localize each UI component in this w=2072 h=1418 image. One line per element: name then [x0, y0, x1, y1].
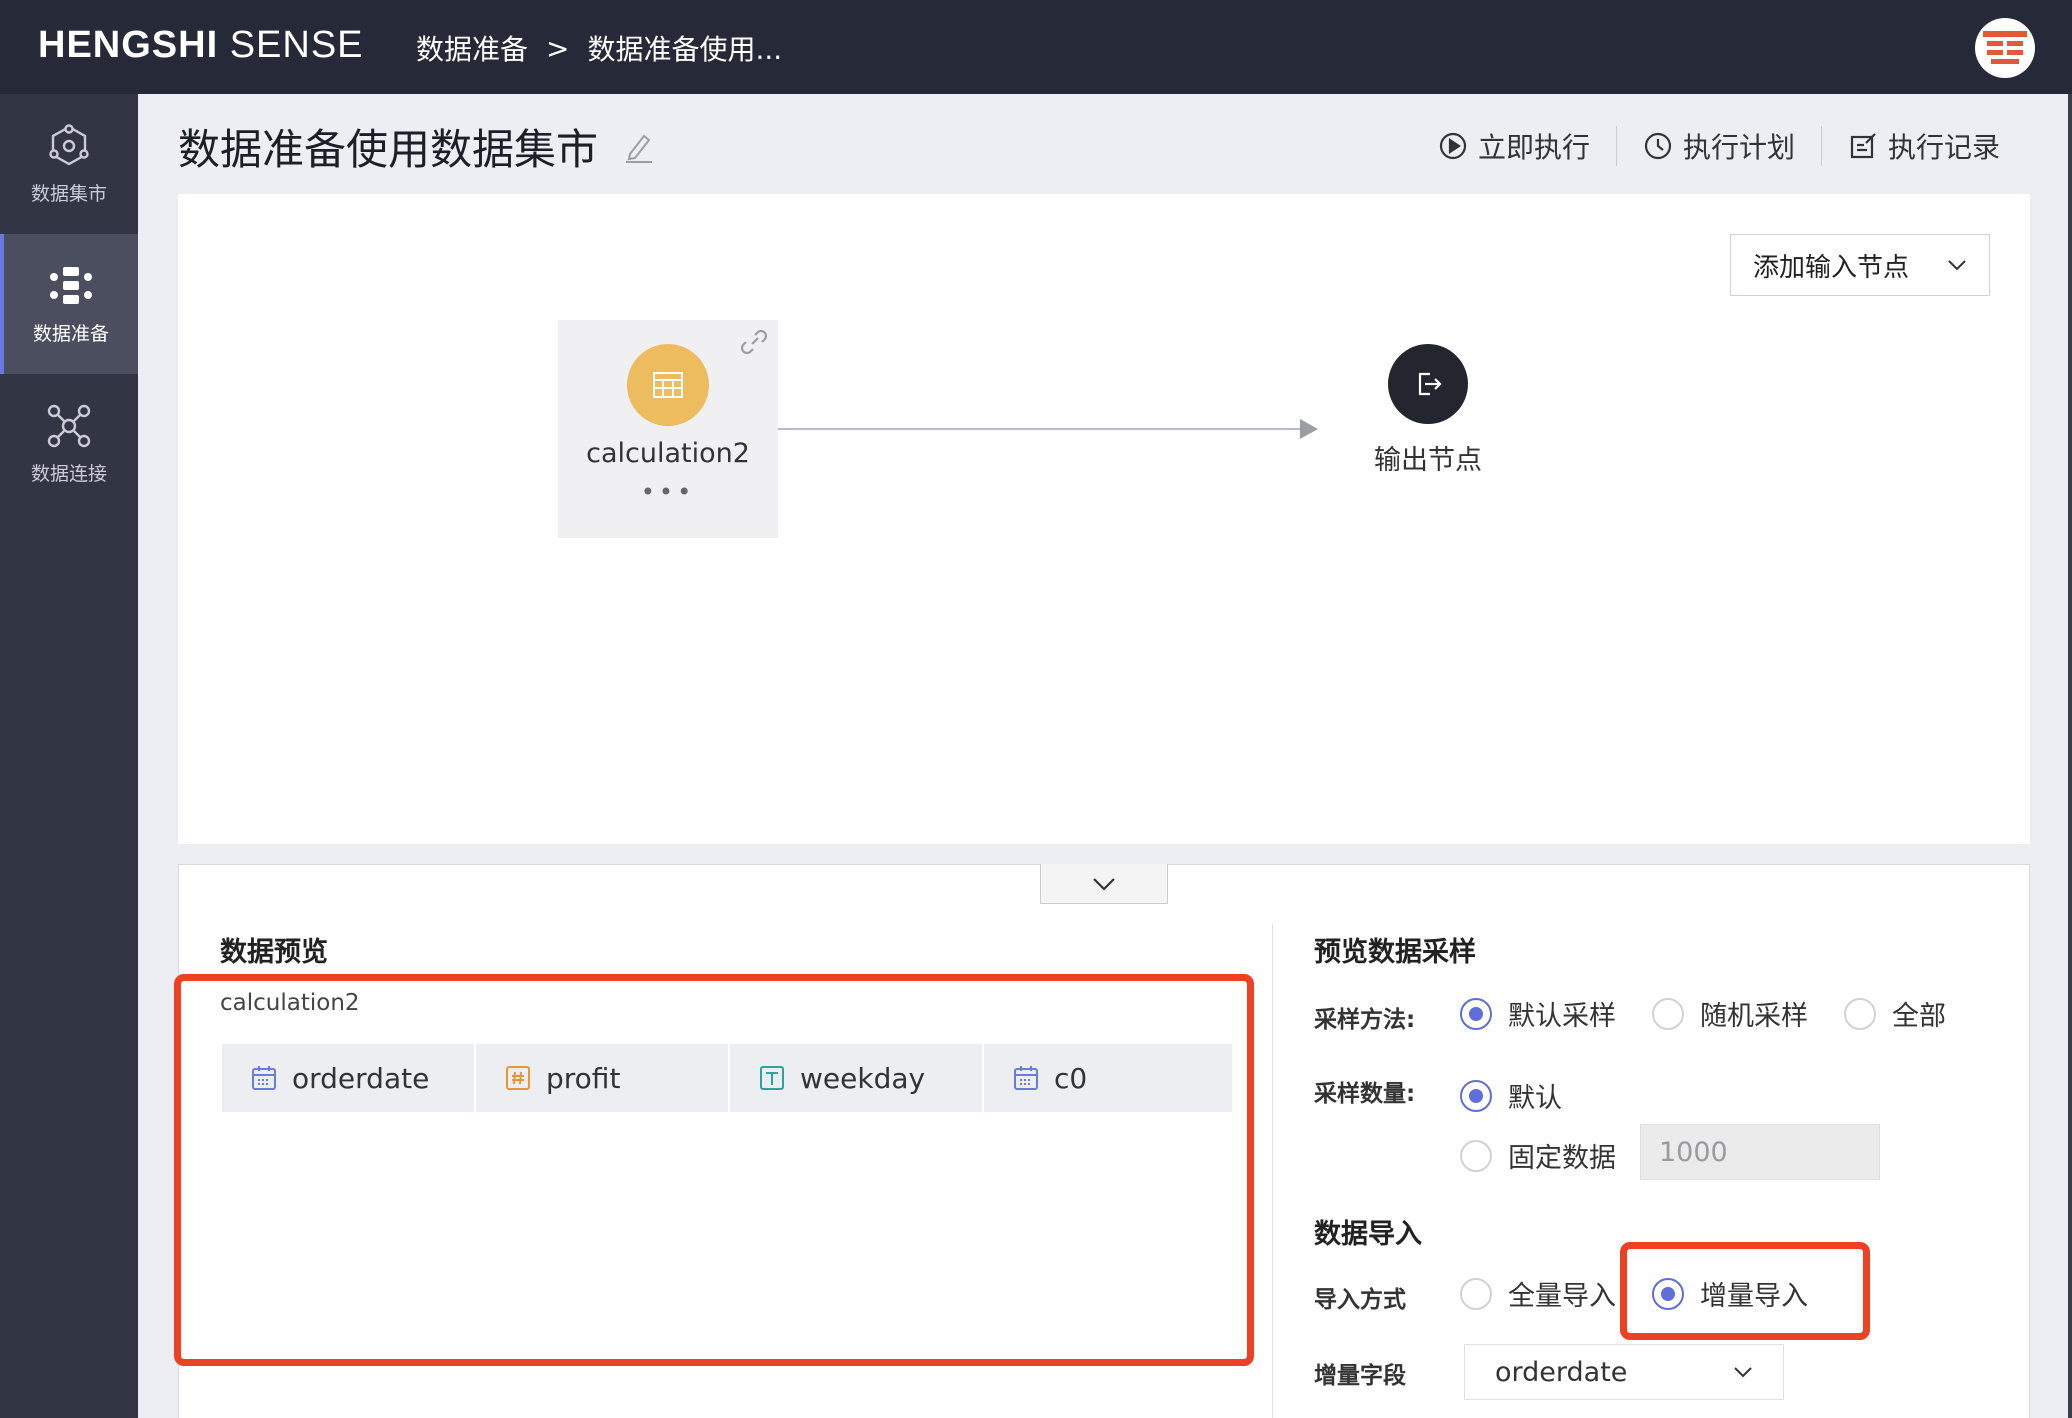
radio-label: 全量导入: [1508, 1281, 1616, 1312]
preview-title: 数据预览: [220, 937, 328, 968]
incremental-field-label: 增量字段: [1314, 1363, 1406, 1389]
radio-count-fixed[interactable]: 固定数据: [1460, 1136, 1616, 1175]
more-icon[interactable]: •••: [558, 478, 778, 506]
window-edge: [2068, 94, 2072, 1418]
brand-logo[interactable]: HENGSHI SENSE: [38, 24, 364, 67]
action-label: 立即执行: [1477, 131, 1590, 164]
action-label: 执行记录: [1887, 131, 2000, 164]
top-bar: HENGSHI SENSE 数据准备 > 数据准备使用...: [0, 0, 2072, 94]
brand-bold: HENGSHI: [38, 24, 219, 66]
input-node-label: calculation2: [586, 438, 750, 469]
chevron-down-icon: [1093, 877, 1115, 891]
chevron-down-icon: [1948, 260, 1966, 271]
sampling-title: 预览数据采样: [1314, 937, 1476, 968]
breadcrumb-separator: >: [546, 31, 570, 65]
flow-edge: [778, 428, 1304, 430]
fixed-count-value: 1000: [1659, 1136, 1728, 1168]
panel-divider: [1272, 924, 1273, 1418]
breadcrumb-item-current: 数据准备使用...: [587, 33, 783, 66]
sidebar-item-label: 数据连接: [30, 462, 107, 485]
breadcrumb-item-prep[interactable]: 数据准备: [416, 28, 528, 68]
flow-arrow-head: [1300, 419, 1318, 439]
radio-count-default[interactable]: 默认: [1460, 1076, 1562, 1115]
sidebar: 数据集市 数据准备 数据连接: [0, 94, 138, 1418]
radio-label: 固定数据: [1508, 1143, 1616, 1174]
clock-icon: [1644, 132, 1672, 160]
action-label: 执行计划: [1682, 131, 1795, 164]
radio-label: 默认采样: [1508, 1001, 1616, 1032]
play-circle-icon: [1439, 132, 1467, 160]
radio-label: 随机采样: [1700, 1001, 1808, 1032]
radio-all-sampling[interactable]: 全部: [1844, 994, 1946, 1033]
run-history-button[interactable]: 执行记录: [1820, 126, 2026, 166]
output-node-label: 输出节点: [1374, 445, 1482, 476]
highlight-box-preview: [174, 974, 1254, 1366]
page-title: 数据准备使用数据集市: [178, 116, 656, 177]
radio-default-sampling[interactable]: 默认采样: [1460, 994, 1616, 1033]
export-icon: [1418, 372, 1442, 396]
radio-label: 默认: [1508, 1083, 1562, 1114]
collapse-panel-button[interactable]: [1040, 864, 1168, 904]
schedule-button[interactable]: 执行计划: [1615, 126, 1821, 166]
chevron-down-icon: [1734, 1367, 1752, 1378]
input-node[interactable]: calculation2 •••: [558, 320, 778, 538]
data-connect-icon: [47, 404, 91, 447]
radio-full-import[interactable]: 全量导入: [1460, 1274, 1616, 1313]
radio-indicator: [1460, 997, 1492, 1030]
sidebar-item-data-prep[interactable]: 数据准备: [0, 234, 138, 374]
radio-indicator: [1844, 997, 1876, 1030]
page-title-text: 数据准备使用数据集市: [178, 125, 599, 174]
data-prep-icon: [50, 266, 92, 304]
sidebar-item-data-connect[interactable]: 数据连接: [0, 374, 138, 514]
run-now-button[interactable]: 立即执行: [1412, 126, 1616, 166]
data-mart-icon: [49, 123, 89, 165]
incremental-field-select[interactable]: orderdate: [1464, 1344, 1784, 1400]
edit-record-icon: [1850, 133, 1876, 159]
radio-random-sampling[interactable]: 随机采样: [1652, 994, 1808, 1033]
radio-indicator: [1460, 1139, 1492, 1172]
fixed-count-input[interactable]: 1000: [1640, 1124, 1880, 1180]
brand-light: SENSE: [229, 24, 364, 66]
toolbar-actions: 立即执行 执行计划 执行记录: [1412, 126, 2026, 166]
user-logo-icon: [1983, 31, 2027, 64]
radio-indicator: [1460, 1079, 1492, 1112]
radio-indicator: [1652, 997, 1684, 1030]
avatar[interactable]: [1975, 18, 2035, 78]
incremental-field-value: orderdate: [1495, 1356, 1628, 1388]
sidebar-item-label: 数据集市: [30, 182, 107, 205]
sampling-method-label: 采样方法:: [1314, 1007, 1416, 1033]
add-input-node-dropdown[interactable]: 添加输入节点: [1730, 234, 1990, 296]
highlight-box-incremental: [1620, 1242, 1870, 1340]
import-mode-label: 导入方式: [1314, 1287, 1406, 1313]
sidebar-item-data-mart[interactable]: 数据集市: [0, 94, 138, 234]
breadcrumb: 数据准备 > 数据准备使用...: [416, 28, 782, 68]
table-node-icon: [627, 344, 709, 426]
table-icon: [653, 372, 683, 398]
sampling-count-label: 采样数量:: [1314, 1081, 1416, 1107]
output-node[interactable]: [1388, 344, 1468, 424]
import-title: 数据导入: [1314, 1219, 1422, 1250]
radio-label: 全部: [1892, 1001, 1946, 1032]
link-icon[interactable]: [738, 326, 770, 358]
pencil-icon[interactable]: [622, 130, 656, 164]
radio-indicator: [1460, 1277, 1492, 1310]
sidebar-item-label: 数据准备: [32, 322, 109, 345]
add-input-node-label: 添加输入节点: [1753, 252, 1910, 283]
